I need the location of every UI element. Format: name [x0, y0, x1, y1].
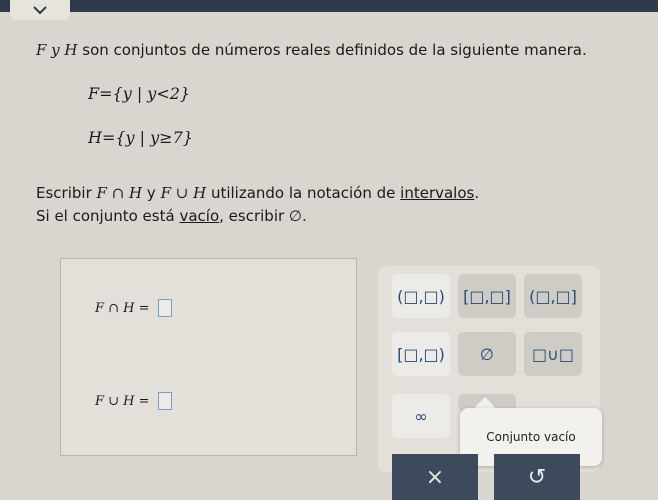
union-key[interactable]: □∪□	[524, 332, 582, 376]
open-closed-interval-key[interactable]: (□,□]	[524, 274, 582, 318]
instr2-prefix: Si el conjunto está	[36, 207, 175, 225]
empty-set-key[interactable]: ∅	[458, 332, 516, 376]
problem-intro: F y H son conjuntos de números reales de…	[36, 40, 646, 60]
closed-closed-interval-key[interactable]: [□,□]	[458, 274, 516, 318]
intro-sets: F y H	[36, 41, 78, 59]
union-label: F ∪ H =	[95, 393, 150, 409]
instruction-line-1: Escribir F ∩ H y F ∪ H utilizando la not…	[36, 184, 479, 202]
instr1-mid: y	[146, 184, 156, 202]
intro-text: son conjuntos de números reales definido…	[82, 41, 587, 59]
instr1-pre-link: utilizando la notación de	[210, 184, 396, 202]
instr1-end: .	[474, 184, 480, 202]
vacio-link[interactable]: vacío	[179, 207, 219, 225]
union-answer-row: F ∪ H =	[95, 392, 172, 410]
union-input[interactable]	[157, 392, 172, 410]
answer-panel: F ∩ H = F ∪ H =	[60, 258, 357, 456]
clear-button[interactable]: ×	[392, 454, 478, 500]
undo-button[interactable]: ↺	[494, 454, 580, 500]
instr2-rest: , escribir ∅.	[219, 207, 307, 225]
closed-open-interval-key[interactable]: [□,□)	[392, 332, 450, 376]
open-open-interval-key[interactable]: (□,□)	[392, 274, 450, 318]
top-bar	[0, 0, 658, 12]
definition-f: F={y | y<2}	[88, 84, 191, 103]
intervalos-link[interactable]: intervalos	[400, 184, 474, 202]
collapse-tab[interactable]	[10, 0, 70, 20]
intersection-label: F ∩ H =	[95, 300, 150, 316]
instruction-line-2: Si el conjunto está vacío, escribir ∅.	[36, 207, 307, 225]
infinity-key[interactable]: ∞	[392, 394, 450, 438]
instr1-prefix: Escribir	[36, 184, 92, 202]
intersection-answer-row: F ∩ H =	[95, 299, 172, 317]
instr1-expr2: F ∪ H	[160, 184, 207, 202]
intersection-input[interactable]	[157, 299, 172, 317]
chevron-down-icon	[33, 6, 47, 15]
instr1-expr1: F ∩ H	[96, 184, 143, 202]
definition-h: H={y | y≥7}	[88, 128, 193, 147]
